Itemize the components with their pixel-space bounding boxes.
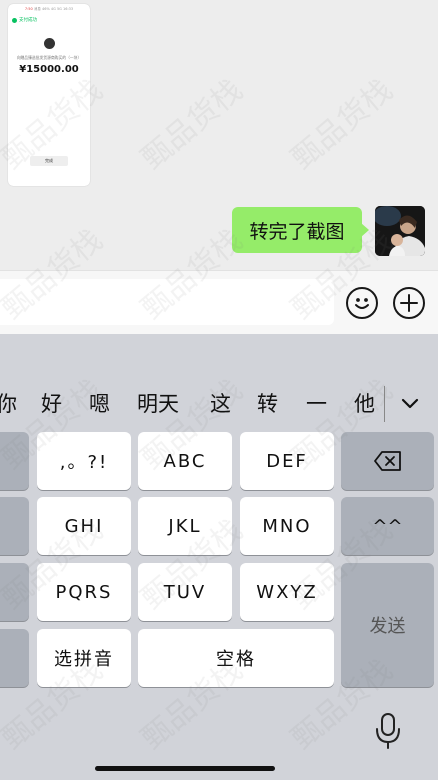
avatar-photo-icon (375, 206, 425, 256)
message-input[interactable] (0, 279, 334, 325)
message-input-bar (0, 270, 438, 334)
key-pqrs[interactable]: PQRS (37, 563, 131, 621)
emoji-face-icon (355, 298, 369, 309)
thumb-amount: ¥15000.00 (19, 64, 79, 75)
check-icon (12, 17, 17, 23)
message-text: 转完了截图 (249, 220, 345, 243)
send-key[interactable]: 发送 (341, 563, 434, 687)
emoticon-key[interactable]: ^^ (341, 497, 434, 555)
home-indicator (95, 766, 275, 771)
candidate-item[interactable]: 一 (306, 384, 327, 424)
candidate-divider (384, 386, 385, 422)
microphone-icon[interactable] (374, 712, 402, 750)
candidate-item[interactable]: 明天 (137, 384, 179, 424)
thumb-description: 向赠品臻选批发货源商购买的（一块） (16, 55, 82, 60)
left-function-key[interactable] (0, 432, 29, 490)
space-key[interactable]: 空格 (138, 629, 334, 687)
candidate-item[interactable]: 嗯 (89, 384, 110, 424)
key-mno[interactable]: MNO (240, 497, 334, 555)
key-def[interactable]: DEF (240, 432, 334, 490)
emoji-button[interactable] (346, 287, 378, 319)
candidate-item[interactable]: 他 (354, 384, 375, 424)
sent-message-bubble[interactable]: 转完了截图 (232, 207, 369, 253)
left-function-key[interactable] (0, 629, 29, 687)
candidate-item[interactable]: 这 (210, 384, 231, 424)
candidate-item[interactable]: 转 (257, 384, 278, 424)
plus-circle-icon (400, 294, 418, 312)
thumb-status-bar: 7:50 消息 46% 4G 5G 16:33 (24, 7, 74, 11)
avatar[interactable] (375, 206, 425, 256)
more-button[interactable] (393, 287, 425, 319)
key-ghi[interactable]: GHI (37, 497, 131, 555)
left-function-key[interactable] (0, 497, 29, 555)
key-jkl[interactable]: JKL (138, 497, 232, 555)
key-tuv[interactable]: TUV (138, 563, 232, 621)
thumb-pay-success: 支付成功 (12, 17, 37, 23)
key-punctuation[interactable]: ,。?! (37, 432, 131, 490)
thumb-done-button: 完成 (30, 156, 68, 166)
pinyin-keyboard: 你 好 嗯 明天 这 转 一 他 (0, 334, 438, 780)
candidate-item[interactable]: 好 (41, 384, 62, 424)
key-abc[interactable]: ABC (138, 432, 232, 490)
backspace-key[interactable] (341, 432, 434, 490)
left-function-key[interactable] (0, 563, 29, 621)
image-message-thumbnail[interactable]: 7:50 消息 46% 4G 5G 16:33 支付成功 向赠品臻选批发货源商购… (8, 4, 90, 186)
pinyin-select-key[interactable]: 选拼音 (37, 629, 131, 687)
thumb-merchant-avatar (44, 38, 55, 49)
candidate-item[interactable]: 你 (0, 384, 17, 424)
chat-area: 7:50 消息 46% 4G 5G 16:33 支付成功 向赠品臻选批发货源商购… (0, 0, 438, 270)
candidate-bar: 你 好 嗯 明天 这 转 一 他 (0, 384, 438, 424)
backspace-icon (373, 451, 401, 471)
key-wxyz[interactable]: WXYZ (240, 563, 334, 621)
chevron-down-icon[interactable] (398, 392, 422, 416)
